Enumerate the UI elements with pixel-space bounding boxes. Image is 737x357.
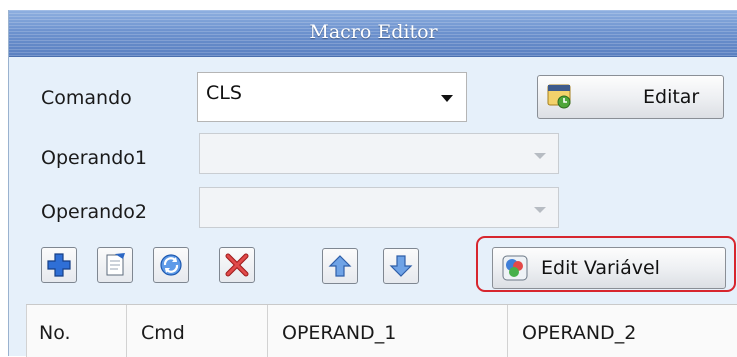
- database-icon: [547, 84, 571, 109]
- title-bar: Macro Editor: [9, 10, 737, 57]
- operando1-label: Operando1: [41, 147, 147, 169]
- edit-document-button[interactable]: [97, 247, 133, 283]
- operando2-label: Operando2: [41, 201, 147, 223]
- refresh-button[interactable]: [153, 247, 189, 283]
- table-header: No. Cmd OPERAND_1 OPERAND_2: [26, 304, 737, 357]
- move-down-button[interactable]: [383, 248, 419, 284]
- chevron-down-icon: [534, 152, 546, 159]
- delete-button[interactable]: [219, 247, 255, 283]
- column-header-operand-1[interactable]: OPERAND_1: [267, 305, 507, 357]
- column-header-cmd[interactable]: Cmd: [126, 305, 267, 357]
- operando1-select[interactable]: [199, 133, 559, 174]
- comando-label: Comando: [41, 87, 132, 109]
- add-button[interactable]: [41, 247, 77, 283]
- editar-label: Editar: [643, 86, 700, 108]
- operando2-select[interactable]: [199, 187, 559, 228]
- comando-value: CLS: [206, 82, 242, 104]
- column-header-operand-2[interactable]: OPERAND_2: [507, 305, 737, 357]
- column-header-no[interactable]: No.: [26, 305, 126, 357]
- add-icon: [47, 253, 71, 277]
- comando-select[interactable]: CLS: [197, 72, 467, 122]
- delete-icon: [225, 253, 249, 277]
- refresh-icon: [160, 254, 182, 276]
- move-up-button[interactable]: [322, 248, 358, 284]
- move-down-icon: [389, 255, 413, 277]
- move-up-icon: [328, 255, 352, 277]
- chevron-down-icon: [441, 95, 453, 102]
- editar-button[interactable]: Editar: [537, 75, 724, 119]
- highlight-annotation: [476, 236, 736, 292]
- window-title: Macro Editor: [309, 21, 438, 43]
- chevron-down-icon: [534, 206, 546, 213]
- edit-document-icon: [106, 253, 125, 276]
